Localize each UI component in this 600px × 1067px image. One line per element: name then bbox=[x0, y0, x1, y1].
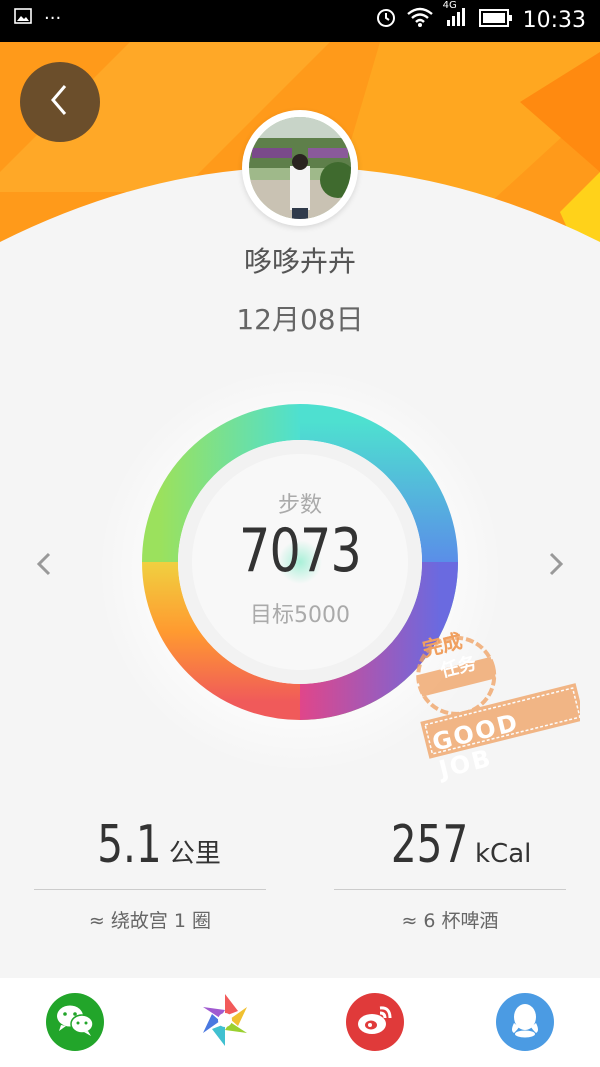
weibo-icon bbox=[356, 1004, 394, 1040]
previous-day-button[interactable] bbox=[24, 548, 64, 584]
next-day-button[interactable] bbox=[536, 548, 576, 584]
good-job-stamp: 完成 任务 GOOD JOB bbox=[410, 615, 585, 784]
chevron-left-icon bbox=[36, 551, 52, 581]
distance-stat: 5.1 公里 bbox=[34, 815, 266, 875]
wifi-icon bbox=[406, 7, 433, 33]
status-bar: ··· 4G 10:33 bbox=[0, 0, 600, 42]
gallery-icon bbox=[14, 8, 32, 29]
date-label: 12月08日 bbox=[236, 303, 364, 336]
share-moments-button[interactable] bbox=[196, 993, 254, 1051]
calories-value: 257 bbox=[390, 815, 468, 875]
distance-equivalent: ≈ 绕故宫 1 圈 bbox=[88, 910, 212, 932]
share-wechat-button[interactable] bbox=[46, 993, 104, 1051]
share-qq-button[interactable] bbox=[496, 993, 554, 1051]
back-button[interactable] bbox=[20, 62, 100, 142]
steps-value: 7073 bbox=[239, 516, 362, 586]
clock-time: 10:33 bbox=[522, 7, 586, 33]
calories-stat: 257 kCal bbox=[334, 815, 566, 875]
distance-unit: 公里 bbox=[168, 839, 221, 869]
moments-icon bbox=[196, 991, 254, 1053]
battery-icon bbox=[478, 8, 513, 33]
qq-icon bbox=[508, 1001, 542, 1043]
username: 哆哆卉卉 bbox=[243, 245, 356, 278]
distance-divider bbox=[34, 889, 266, 890]
calories-unit: kCal bbox=[474, 839, 532, 869]
wechat-icon bbox=[55, 1003, 95, 1041]
chevron-left-icon bbox=[45, 80, 75, 124]
avatar[interactable] bbox=[242, 110, 358, 226]
calories-equivalent: ≈ 6 杯啤酒 bbox=[401, 910, 499, 932]
calories-divider bbox=[334, 889, 566, 890]
alarm-icon bbox=[375, 6, 397, 34]
share-weibo-button[interactable] bbox=[346, 993, 404, 1051]
distance-value: 5.1 bbox=[97, 815, 162, 875]
steps-label: 步数 bbox=[277, 493, 322, 518]
chevron-right-icon bbox=[548, 551, 564, 581]
signal-icon: 4G bbox=[443, 0, 469, 34]
overflow-indicator: ··· bbox=[44, 8, 62, 29]
